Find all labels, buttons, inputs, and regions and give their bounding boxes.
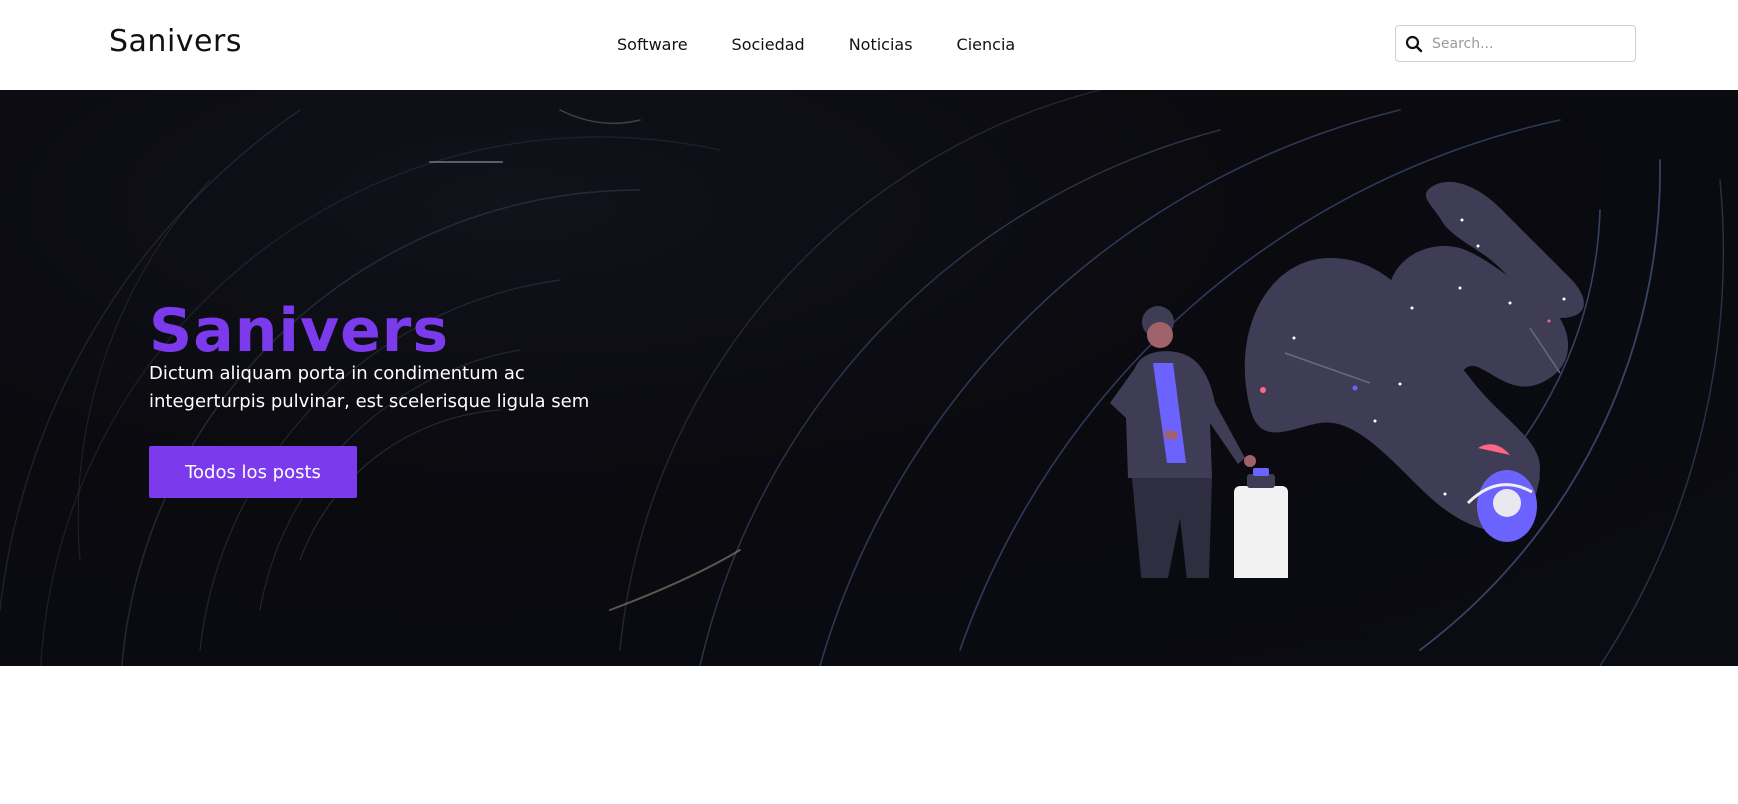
person-portal-illustration	[1110, 181, 1584, 578]
hero-title: Sanivers	[149, 296, 450, 367]
nav-item-ciencia[interactable]: Ciencia	[957, 35, 1016, 54]
all-posts-button[interactable]: Todos los posts	[149, 446, 357, 498]
main-nav: Software Sociedad Noticias Ciencia	[617, 30, 1015, 58]
search-input[interactable]	[1432, 28, 1635, 59]
site-logo[interactable]: Sanivers	[109, 22, 242, 62]
hero-subtitle: Dictum aliquam porta in condimentum ac i…	[149, 363, 590, 412]
nav-item-noticias[interactable]: Noticias	[849, 35, 913, 54]
search-icon[interactable]	[1396, 26, 1432, 62]
pedestal-column	[1234, 468, 1288, 578]
hero-section: Sanivers Dictum aliquam porta in condime…	[0, 90, 1738, 666]
nav-item-software[interactable]: Software	[617, 35, 688, 54]
nav-item-sociedad[interactable]: Sociedad	[732, 35, 805, 54]
space-portal-shape	[1244, 181, 1584, 542]
site-header: Sanivers Software Sociedad Noticias Cien…	[0, 0, 1738, 90]
search-box[interactable]	[1395, 25, 1636, 62]
